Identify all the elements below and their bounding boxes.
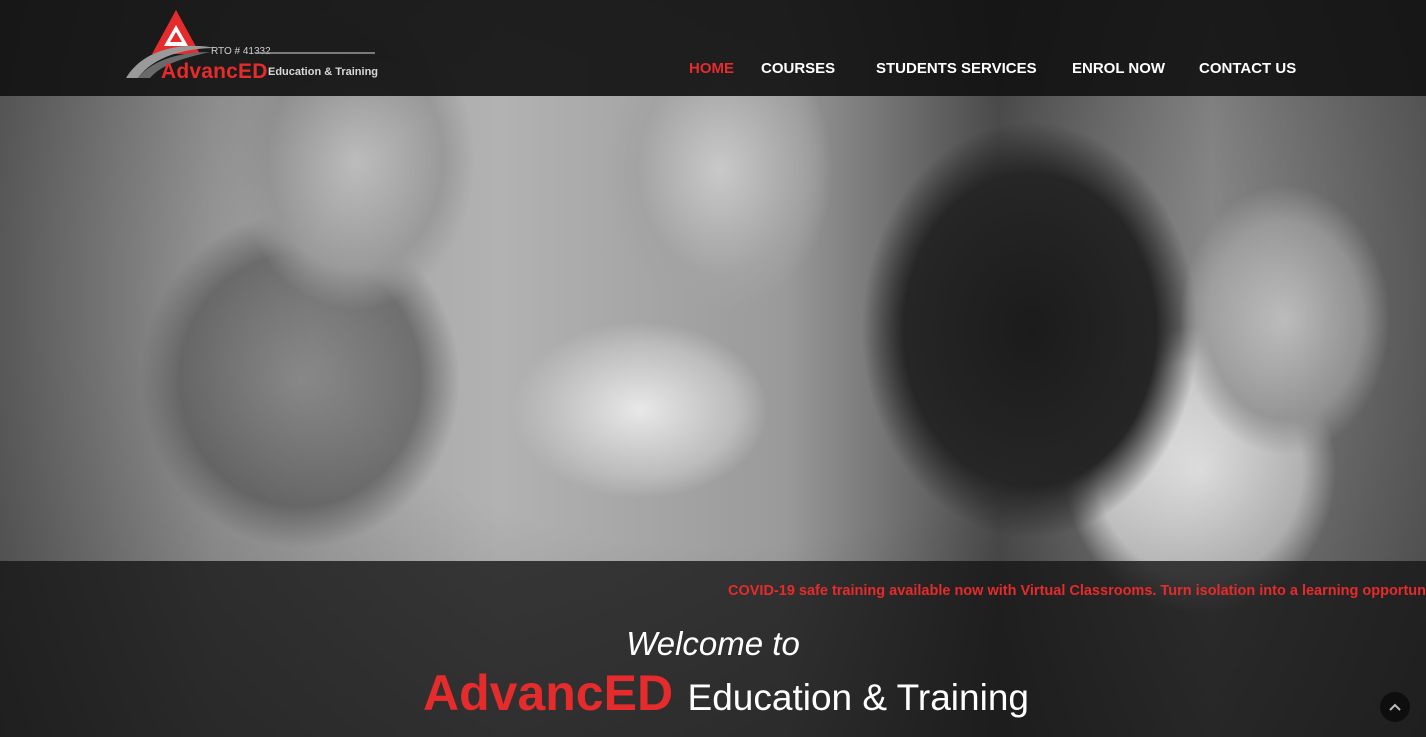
logo-brand-name: AdvancED <box>161 60 268 83</box>
hero-brand-tagline: Education & Training <box>687 677 1029 718</box>
hero-title: AdvancED Education & Training <box>423 664 1029 724</box>
logo-divider <box>255 52 375 54</box>
logo-tagline: Education & Training <box>268 66 379 78</box>
hero-brand-name: AdvancED <box>423 665 674 721</box>
site-logo[interactable]: RTO # 41332 AdvancED Education & Trainin… <box>124 8 379 83</box>
chevron-up-icon <box>1389 703 1401 711</box>
welcome-heading: Welcome to <box>626 625 800 662</box>
site-header: RTO # 41332 AdvancED Education & Trainin… <box>0 0 1426 96</box>
nav-contact-us[interactable]: CONTACT US <box>1199 60 1296 77</box>
covid-ticker: COVID-19 safe training available now wit… <box>728 583 1426 599</box>
nav-home[interactable]: HOME <box>689 60 734 77</box>
nav-courses[interactable]: COURSES <box>761 60 835 77</box>
back-to-top-button[interactable] <box>1380 692 1410 722</box>
nav-students-services[interactable]: STUDENTS SERVICES <box>876 60 1037 77</box>
nav-enrol-now[interactable]: ENROL NOW <box>1072 60 1165 77</box>
